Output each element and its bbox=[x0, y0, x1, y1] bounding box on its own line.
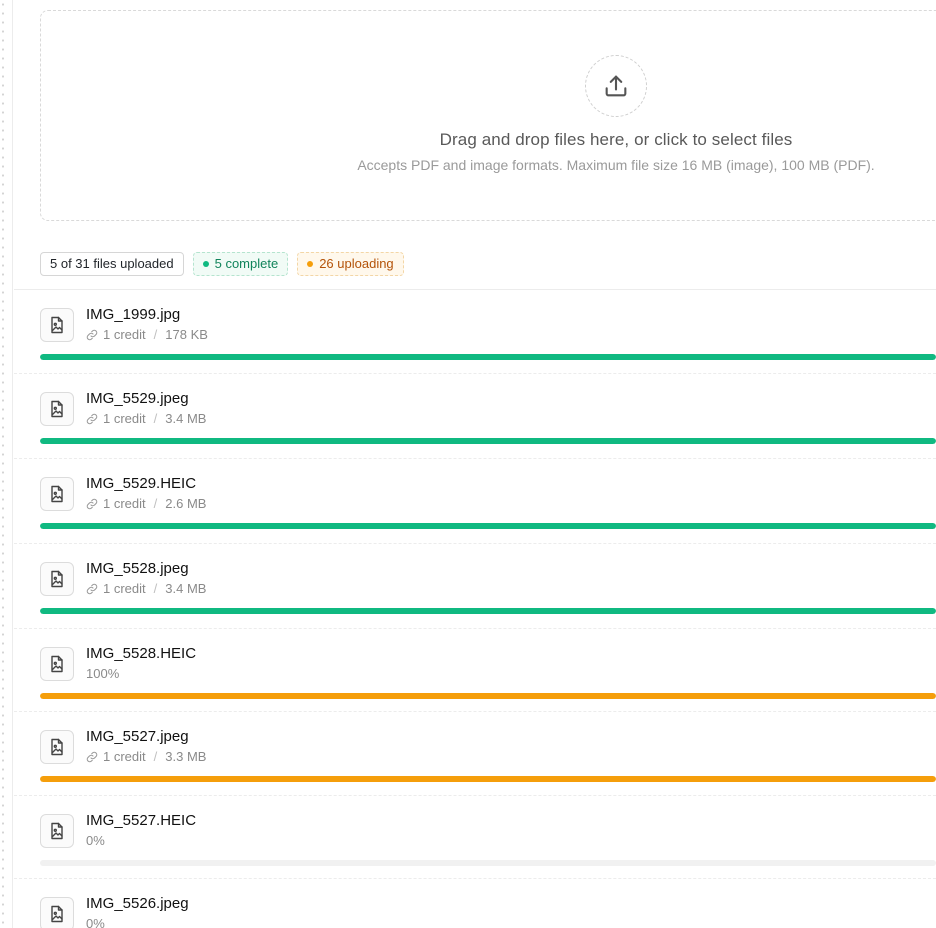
file-credit: 1 credit bbox=[103, 496, 146, 511]
file-name: IMG_5527.HEIC bbox=[86, 812, 197, 829]
file-size: 2.6 MB bbox=[165, 496, 207, 511]
file-meta: 100% bbox=[86, 666, 119, 681]
file-row[interactable]: IMG_5529.jpeg 1 credit / 3.4 MB bbox=[14, 374, 936, 459]
image-file-icon bbox=[40, 897, 74, 928]
dotted-rail bbox=[0, 0, 4, 928]
uploading-badge: 26 uploading bbox=[297, 252, 404, 276]
file-size: 3.4 MB bbox=[165, 411, 207, 426]
progress-bar bbox=[40, 438, 936, 444]
file-credit: 1 credit bbox=[103, 581, 146, 596]
file-name: IMG_1999.jpg bbox=[86, 306, 181, 323]
file-row[interactable]: IMG_5528.HEIC 100% bbox=[14, 629, 936, 712]
upload-summary: 5 of 31 files uploaded 5 complete 26 upl… bbox=[40, 252, 404, 276]
files-uploaded-badge: 5 of 31 files uploaded bbox=[40, 252, 184, 276]
progress-bar-fill bbox=[40, 438, 936, 444]
file-meta: 0% bbox=[86, 916, 105, 928]
file-meta: 1 credit / 3.3 MB bbox=[86, 749, 206, 764]
file-row[interactable]: IMG_1999.jpg 1 credit / 178 KB bbox=[14, 290, 936, 374]
file-dropzone[interactable]: Drag and drop files here, or click to se… bbox=[40, 10, 936, 221]
meta-separator: / bbox=[153, 411, 158, 426]
image-file-icon bbox=[40, 647, 74, 681]
progress-bar bbox=[40, 354, 936, 360]
file-size: 178 KB bbox=[165, 327, 208, 342]
dropzone-title: Drag and drop files here, or click to se… bbox=[439, 130, 793, 149]
dropzone-subtitle: Accepts PDF and image formats. Maximum f… bbox=[357, 157, 875, 173]
progress-bar bbox=[40, 608, 936, 614]
progress-bar-fill bbox=[40, 693, 936, 699]
rail-divider bbox=[12, 0, 13, 928]
progress-bar-fill bbox=[40, 608, 936, 614]
progress-bar-fill bbox=[40, 776, 936, 782]
image-file-icon bbox=[40, 814, 74, 848]
file-row[interactable]: IMG_5528.jpeg 1 credit / 3.4 MB bbox=[14, 544, 936, 629]
file-row[interactable]: IMG_5527.HEIC 0% bbox=[14, 796, 936, 879]
progress-bar-fill bbox=[40, 354, 936, 360]
progress-bar bbox=[40, 860, 936, 866]
uploading-label: 26 uploading bbox=[319, 256, 394, 271]
file-meta: 0% bbox=[86, 833, 105, 848]
file-name: IMG_5528.HEIC bbox=[86, 645, 197, 662]
link-icon bbox=[86, 329, 98, 341]
image-file-icon bbox=[40, 562, 74, 596]
file-credit: 1 credit bbox=[103, 411, 146, 426]
file-row[interactable]: IMG_5527.jpeg 1 credit / 3.3 MB bbox=[14, 712, 936, 796]
progress-bar bbox=[40, 523, 936, 529]
link-icon bbox=[86, 413, 98, 425]
link-icon bbox=[86, 498, 98, 510]
link-icon bbox=[86, 583, 98, 595]
file-progress-percent: 0% bbox=[86, 833, 105, 848]
file-credit: 1 credit bbox=[103, 749, 146, 764]
complete-badge: 5 complete bbox=[192, 252, 289, 276]
file-size: 3.4 MB bbox=[165, 581, 207, 596]
file-progress-percent: 0% bbox=[86, 916, 105, 928]
progress-bar bbox=[40, 776, 936, 782]
file-name: IMG_5528.jpeg bbox=[86, 560, 189, 577]
uploading-dot-icon bbox=[307, 261, 314, 267]
progress-bar-fill bbox=[40, 523, 936, 529]
image-file-icon bbox=[40, 392, 74, 426]
file-meta: 1 credit / 3.4 MB bbox=[86, 581, 206, 596]
upload-icon bbox=[585, 55, 647, 117]
file-name: IMG_5529.jpeg bbox=[86, 390, 189, 407]
meta-separator: / bbox=[153, 749, 158, 764]
complete-dot-icon bbox=[202, 261, 209, 267]
link-icon bbox=[86, 751, 98, 763]
file-name: IMG_5526.jpeg bbox=[86, 895, 189, 912]
image-file-icon bbox=[40, 730, 74, 764]
meta-separator: / bbox=[153, 581, 158, 596]
complete-label: 5 complete bbox=[214, 256, 279, 271]
file-list: IMG_1999.jpg 1 credit / 178 KB IMG_5529.jpeg… bbox=[14, 290, 936, 928]
file-row[interactable]: IMG_5529.HEIC 1 credit / 2.6 MB bbox=[14, 459, 936, 544]
file-meta: 1 credit / 3.4 MB bbox=[86, 411, 206, 426]
file-size: 3.3 MB bbox=[165, 749, 207, 764]
upload-page: Drag and drop files here, or click to se… bbox=[0, 0, 936, 928]
files-uploaded-label: 5 of 31 files uploaded bbox=[50, 256, 174, 271]
file-meta: 1 credit / 178 KB bbox=[86, 327, 208, 342]
file-credit: 1 credit bbox=[103, 327, 146, 342]
file-name: IMG_5529.HEIC bbox=[86, 475, 197, 492]
file-meta: 1 credit / 2.6 MB bbox=[86, 496, 206, 511]
meta-separator: / bbox=[153, 327, 158, 342]
image-file-icon bbox=[40, 477, 74, 511]
progress-bar bbox=[40, 693, 936, 699]
file-progress-percent: 100% bbox=[86, 666, 120, 681]
file-name: IMG_5527.jpeg bbox=[86, 728, 189, 745]
meta-separator: / bbox=[153, 496, 158, 511]
file-row[interactable]: IMG_5526.jpeg 0% bbox=[14, 879, 936, 928]
image-file-icon bbox=[40, 308, 74, 342]
